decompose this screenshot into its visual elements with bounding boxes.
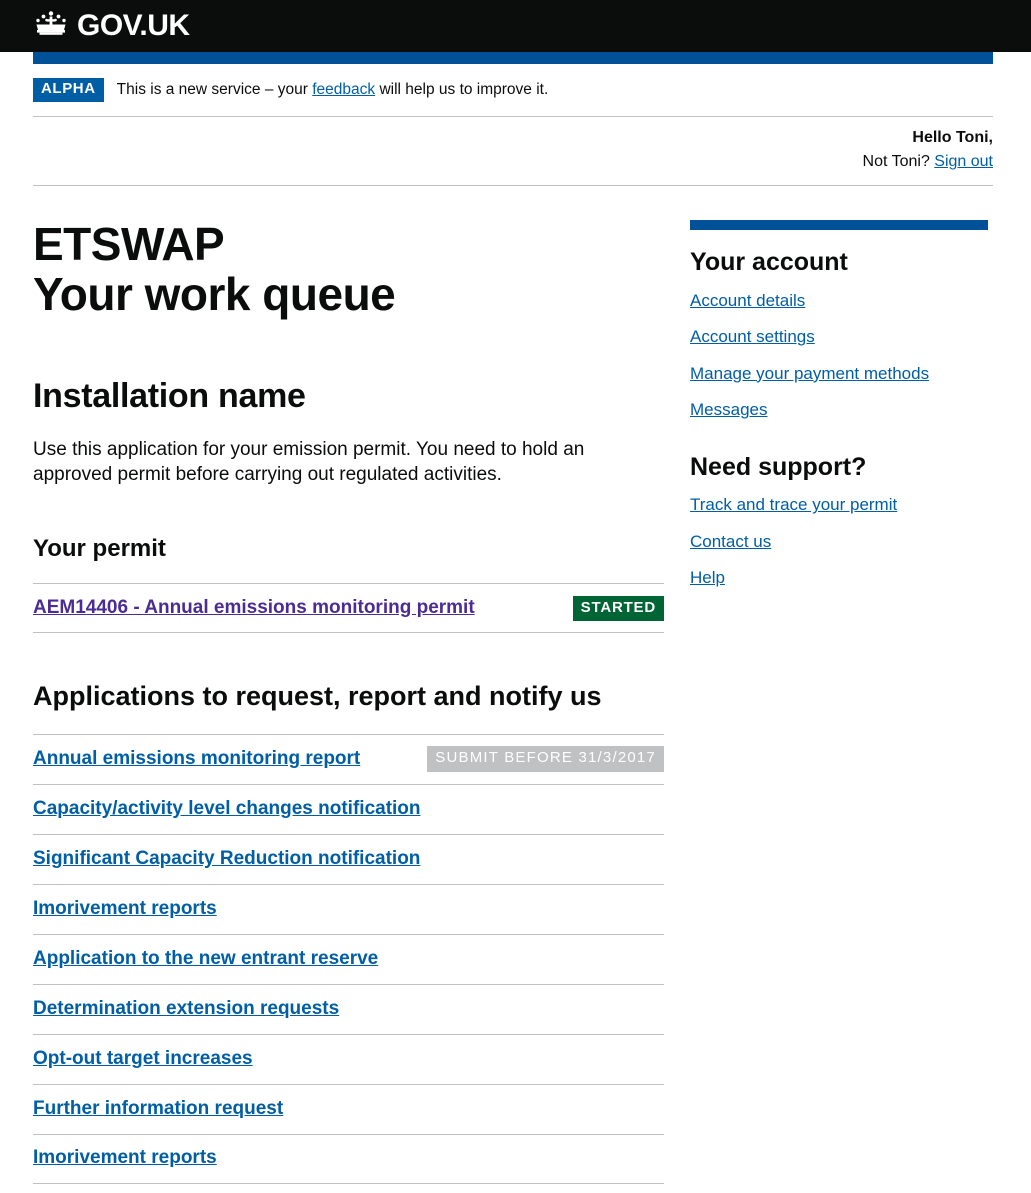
task-row[interactable]: Imorivement reports: [33, 1133, 664, 1184]
govuk-home-link[interactable]: GOV.UK: [33, 8, 190, 45]
account-link-account-settings[interactable]: Account settings: [690, 327, 988, 347]
task-link[interactable]: Imorivement reports: [33, 898, 217, 921]
task-link[interactable]: Significant Capacity Reduction notificat…: [33, 848, 420, 871]
greeting-text: Hello Toni,: [912, 128, 993, 146]
status-badge: SUBMIT BEFORE 31/3/2017: [427, 746, 664, 772]
phase-text-before: This is a new service – your: [116, 80, 313, 98]
intro-text: Use this application for your emission p…: [33, 438, 585, 485]
govuk-header: GOV.UK: [0, 0, 1031, 52]
task-link[interactable]: Opt-out target increases: [33, 1048, 253, 1071]
not-you-text: Not Toni?: [862, 152, 935, 170]
permit-task-list: AEM14406 - Annual emissions monitoring p…: [33, 583, 664, 634]
status-badge: STARTED: [572, 595, 664, 622]
task-row[interactable]: Application to the new entrant reserve: [33, 933, 664, 984]
account-link-manage-your-payment-methods[interactable]: Manage your payment methods: [690, 364, 988, 384]
task-row[interactable]: Opt-out target increases: [33, 1033, 664, 1084]
support-link-track-and-trace-your-permit[interactable]: Track and trace your permit: [690, 495, 988, 515]
task-row[interactable]: Annual emissions monitoring report SUBMIT…: [33, 733, 664, 784]
phase-banner-text: This is a new service – your feedback wi…: [117, 80, 549, 100]
task-row[interactable]: Imorivement reports: [33, 883, 664, 934]
account-block: Your account Account details Account sett…: [690, 220, 988, 420]
task-row[interactable]: AEM14406 - Annual emissions monitoring p…: [33, 583, 664, 634]
task-link[interactable]: Capacity/activity level changes notifica…: [33, 798, 421, 821]
account-links-list: Account details Account settings Manage yo…: [690, 291, 988, 421]
account-strip: Hello Toni, Not Toni? Sign out: [33, 117, 993, 187]
task-row[interactable]: Further information request: [33, 1083, 664, 1134]
phase-tag-alpha: ALPHA: [33, 78, 104, 102]
task-link[interactable]: Application to the new entrant reserve: [33, 948, 378, 971]
govuk-logo-text: GOV.UK: [77, 8, 190, 42]
page-wrapper: ETSWAP Your work queue Installation name…: [0, 218, 1031, 1184]
task-row[interactable]: Determination extension requests: [33, 983, 664, 1034]
phase-banner: ALPHA This is a new service – your feedb…: [33, 64, 993, 117]
task-row[interactable]: Capacity/activity level changes notifica…: [33, 783, 664, 834]
service-name: ETSWAP: [33, 218, 225, 271]
support-link-contact-us[interactable]: Contact us: [690, 532, 988, 552]
sidebar: Your account Account details Account sett…: [690, 220, 988, 604]
service-bar: [33, 52, 993, 64]
crown-icon: [33, 8, 69, 45]
task-link[interactable]: AEM14406 - Annual emissions monitoring p…: [33, 597, 475, 620]
sign-out-link[interactable]: Sign out: [934, 153, 993, 170]
task-link[interactable]: Imorivement reports: [33, 1147, 217, 1170]
task-link[interactable]: Determination extension requests: [33, 998, 339, 1021]
your-account-heading: Your account: [690, 248, 848, 277]
page-title: ETSWAP Your work queue: [33, 218, 665, 320]
support-links-list: Track and trace your permit Contact us Hel…: [690, 495, 988, 588]
your-permit-heading: Your permit: [33, 534, 166, 562]
feedback-link[interactable]: feedback: [312, 81, 375, 98]
account-link-account-details[interactable]: Account details: [690, 291, 988, 311]
task-link[interactable]: Further information request: [33, 1098, 283, 1121]
need-support-heading: Need support?: [690, 452, 867, 481]
applications-task-list: Annual emissions monitoring report SUBMIT…: [33, 733, 664, 1184]
service-bar-wrapper: [0, 52, 1031, 64]
main-column: ETSWAP Your work queue Installation name…: [33, 218, 665, 1184]
task-link[interactable]: Annual emissions monitoring report: [33, 748, 360, 771]
applications-heading: Applications to request, report and noti…: [33, 681, 602, 712]
phase-text-after: will help us to improve it.: [375, 80, 549, 98]
support-link-help[interactable]: Help: [690, 568, 988, 588]
page-title-subtitle: Your work queue: [33, 267, 396, 320]
account-link-messages[interactable]: Messages: [690, 400, 988, 420]
not-you-line: Not Toni? Sign out: [33, 151, 993, 173]
installation-name-heading: Installation name: [33, 376, 306, 415]
task-row[interactable]: Significant Capacity Reduction notificat…: [33, 833, 664, 884]
